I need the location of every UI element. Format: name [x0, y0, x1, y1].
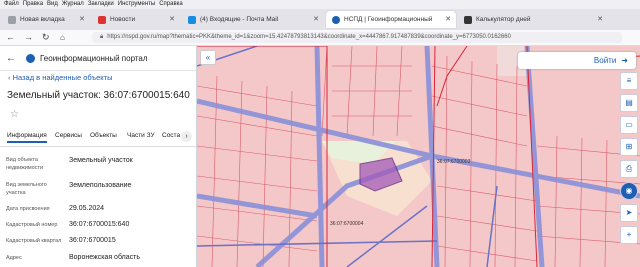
back-to-results-link[interactable]: ‹ Назад в найденные объекты — [8, 73, 112, 82]
home-icon[interactable]: ⌂ — [60, 32, 65, 43]
url-text: https://nspd.gov.ru/map?thematic=PKK&the… — [107, 34, 511, 40]
field-label: Вид земельного участка — [6, 182, 47, 196]
field-label: Дата присвоения — [6, 206, 50, 212]
location-icon[interactable]: ➤ — [620, 204, 638, 222]
field-value: 29.05.2024 — [69, 205, 105, 212]
zoom-in-icon[interactable]: + — [620, 226, 638, 244]
object-tabs: Информация Сервисы Объекты Части ЗУ Сост… — [0, 129, 196, 147]
field-label: Адрес — [6, 255, 22, 261]
map-parcel-label: 36:07:6700003 — [437, 159, 471, 165]
tab-services[interactable]: Сервисы — [55, 132, 82, 139]
news-icon — [98, 15, 106, 24]
collapse-panel-button[interactable]: « — [200, 50, 216, 65]
lock-icon: 🔒︎ — [100, 34, 104, 40]
star-icon[interactable]: ☆ — [10, 109, 19, 120]
field-label: Кадастровый номер — [6, 222, 58, 228]
mail-icon — [188, 15, 196, 24]
menu-file[interactable]: Файл — [4, 0, 19, 9]
tab-information[interactable]: Информация — [7, 132, 47, 143]
tab-mail[interactable]: (4) Входящие - Почта Mail ✕ — [182, 11, 324, 28]
field-value: 36:07:6700015:640 — [69, 221, 130, 228]
menu-tools[interactable]: Инструменты — [118, 0, 155, 9]
ruler-icon[interactable]: ▭ — [620, 116, 638, 134]
back-arrow-icon[interactable]: ← — [6, 32, 15, 43]
portal-title: Геоинформационный портал — [40, 53, 148, 63]
map-parcel-label: 36:07:6700004 — [330, 221, 364, 227]
grid-icon[interactable]: ⊞ — [620, 138, 638, 156]
portal-header: ← Геоинформационный портал — [0, 46, 196, 71]
close-icon[interactable]: ✕ — [79, 15, 85, 23]
close-icon[interactable]: ✕ — [169, 15, 175, 23]
menubar: Файл Правка Вид Журнал Закладки Инструме… — [0, 0, 640, 9]
menu-bookmarks[interactable]: Закладки — [88, 0, 114, 9]
map-toolbar: ≡ ▤ ▭ ⊞ ⎙ ◉ ➤ + — [620, 72, 638, 248]
tab-bar: Новая вкладка ✕ Новости ✕ (4) Входящие -… — [0, 9, 640, 30]
nspd-icon — [332, 15, 340, 24]
close-icon[interactable]: ✕ — [445, 15, 451, 23]
reload-icon[interactable]: ↻ — [42, 32, 50, 43]
calculator-icon — [464, 15, 472, 24]
chevron-right-icon[interactable]: › — [181, 131, 192, 142]
field-value: Землепользование — [69, 182, 132, 189]
forward-arrow-icon[interactable]: → — [24, 32, 33, 43]
menu-edit[interactable]: Правка — [23, 0, 43, 9]
navigation-bar: ← → ↻ ⌂ 🔒︎ https://nspd.gov.ru/map?themat… — [0, 30, 640, 46]
menu-view[interactable]: Вид — [47, 0, 58, 9]
close-icon[interactable]: ✕ — [597, 15, 603, 23]
field-label: Вид объекта недвижимости — [6, 157, 44, 171]
tab-parts[interactable]: Части ЗУ — [127, 132, 155, 139]
address-bar[interactable]: 🔒︎ https://nspd.gov.ru/map?thematic=PKK&t… — [92, 32, 622, 43]
map-view[interactable]: 36:07:6700003 36:07:6700004 « Войти ➜ ≡ … — [197, 46, 640, 267]
login-button[interactable]: Войти ➜ — [518, 52, 636, 69]
cadastral-map — [197, 46, 640, 267]
menu-help[interactable]: Справка — [159, 0, 183, 9]
arrow-left-icon[interactable]: ← — [6, 53, 16, 64]
login-arrow-icon: ➜ — [621, 56, 628, 65]
print-icon[interactable]: ⎙ — [620, 160, 638, 178]
legend-icon[interactable]: ▤ — [620, 94, 638, 112]
info-panel: ← Геоинформационный портал ‹ Назад в най… — [0, 46, 197, 267]
tab-new[interactable]: Новая вкладка ✕ — [2, 11, 90, 28]
tab-objects[interactable]: Объекты — [90, 132, 117, 139]
field-value: Земельный участок — [69, 157, 133, 164]
layers-icon[interactable]: ≡ — [620, 72, 638, 90]
object-title: Земельный участок: 36:07:6700015:640 — [7, 90, 190, 101]
menu-history[interactable]: Журнал — [62, 0, 84, 9]
page-icon — [8, 15, 16, 24]
tab-composition[interactable]: Соста — [162, 132, 180, 139]
close-icon[interactable]: ✕ — [313, 15, 319, 23]
portal-logo — [26, 53, 35, 63]
field-value: Воронежская область — [69, 254, 140, 261]
tab-nspd[interactable]: НСПД | Геоинформационный ✕ — [326, 11, 456, 28]
tab-calculator[interactable]: Калькулятор дней ✕ — [458, 11, 608, 28]
accessibility-icon[interactable]: ◉ — [620, 182, 638, 200]
field-label: Кадастровый квартал — [6, 238, 62, 244]
field-value: 36:07:6700015 — [69, 237, 116, 244]
tab-news[interactable]: Новости ✕ — [92, 11, 180, 28]
